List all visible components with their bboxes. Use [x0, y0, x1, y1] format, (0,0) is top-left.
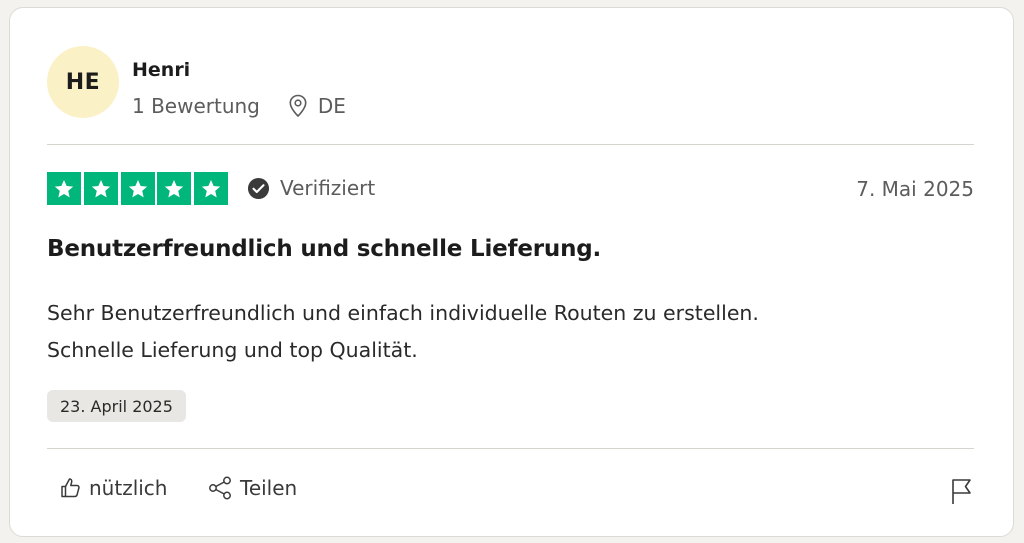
rating-row: Verifiziert 7. Mai 2025	[47, 172, 974, 206]
verified-badge[interactable]: Verifiziert	[247, 176, 375, 200]
review-card: HE Henri 1 Bewertung DE Verifiziert 7. M…	[9, 7, 1014, 537]
star-icon	[194, 172, 228, 205]
avatar[interactable]: HE	[47, 46, 119, 118]
divider-top	[47, 144, 974, 145]
star-icon	[157, 172, 192, 205]
share-label: Teilen	[240, 476, 298, 500]
verified-check-icon	[247, 177, 270, 199]
star-rating	[47, 172, 228, 205]
review-date: 7. Mai 2025	[856, 177, 974, 201]
divider-bottom	[47, 448, 974, 449]
review-body: Sehr Benutzerfreundlich und einfach indi…	[47, 295, 947, 369]
star-icon	[83, 172, 118, 205]
report-flag-button[interactable]	[950, 478, 974, 510]
country-code: DE	[317, 94, 346, 118]
review-count: 1 Bewertung	[132, 94, 260, 118]
verified-label: Verifiziert	[280, 176, 376, 200]
star-icon	[120, 172, 155, 205]
reviewer-meta: 1 Bewertung DE	[132, 94, 346, 118]
review-body-line: Sehr Benutzerfreundlich und einfach indi…	[47, 301, 759, 325]
reviewer-location: DE	[288, 94, 346, 118]
useful-button[interactable]: nützlich	[59, 476, 167, 500]
location-icon	[289, 94, 307, 118]
experience-date-badge: 23. April 2025	[47, 390, 186, 422]
thumbs-up-icon	[61, 478, 80, 498]
star-icon	[47, 172, 81, 205]
reviewer-header: HE Henri 1 Bewertung DE	[47, 46, 977, 126]
useful-label: nützlich	[89, 476, 168, 500]
share-button[interactable]: Teilen	[208, 476, 297, 500]
flag-icon	[952, 479, 971, 504]
review-body-line: Schnelle Lieferung und top Qualität.	[47, 338, 418, 362]
share-icon	[209, 476, 231, 500]
review-title[interactable]: Benutzerfreundlich und schnelle Lieferun…	[47, 236, 601, 262]
reviewer-name[interactable]: Henri	[132, 59, 190, 81]
review-actions: nützlich Teilen	[47, 476, 974, 508]
